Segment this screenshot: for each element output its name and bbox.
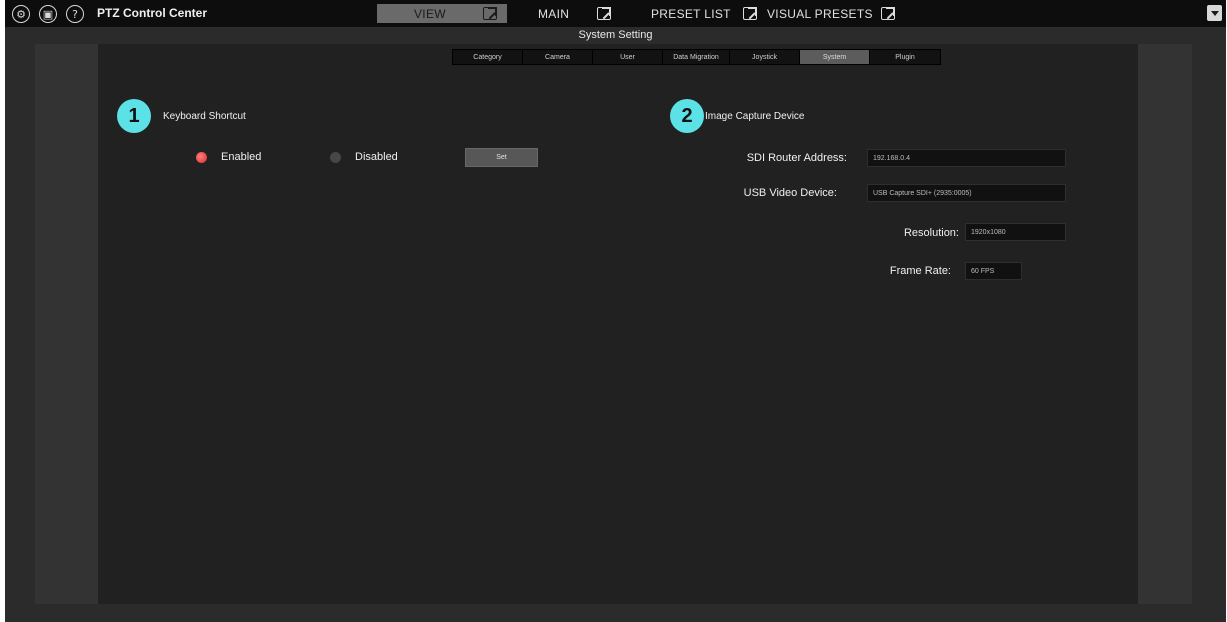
page-title: System Setting <box>578 29 653 41</box>
subtab-system[interactable]: System <box>800 50 870 64</box>
popout-icon[interactable] <box>742 7 757 20</box>
tab-main-label: MAIN <box>538 6 570 21</box>
tab-preset-list[interactable]: PRESET LIST <box>651 4 757 23</box>
subtab-user[interactable]: User <box>593 50 663 64</box>
disabled-label: Disabled <box>355 151 398 163</box>
subtab-camera[interactable]: Camera <box>523 50 593 64</box>
popout-icon[interactable] <box>880 7 895 20</box>
tab-view-label: VIEW <box>414 6 446 21</box>
top-bar: ⚙ ▣ ? PTZ Control Center VIEW MAIN PRESE… <box>5 0 1226 27</box>
subtab-joystick[interactable]: Joystick <box>730 50 800 64</box>
resolution-field[interactable]: 1920x1080 <box>965 223 1066 241</box>
app-window: ⚙ ▣ ? PTZ Control Center VIEW MAIN PRESE… <box>5 0 1226 622</box>
subtab-plugin[interactable]: Plugin <box>870 50 940 64</box>
enabled-label: Enabled <box>221 151 262 163</box>
popout-icon[interactable] <box>597 7 612 20</box>
help-icon[interactable]: ? <box>66 5 84 23</box>
popout-icon[interactable] <box>482 7 497 20</box>
help-glyph: ? <box>72 7 78 21</box>
subtab-data-migration[interactable]: Data Migration <box>663 50 730 64</box>
content-panel <box>98 44 1138 604</box>
tab-preset-list-label: PRESET LIST <box>651 6 731 21</box>
image-capture-device-title: Image Capture Device <box>705 111 805 122</box>
resolution-label: Resolution: <box>903 227 959 239</box>
enabled-radio[interactable] <box>196 152 207 163</box>
set-button[interactable]: Set <box>465 148 538 167</box>
tab-main[interactable]: MAIN <box>538 4 612 23</box>
camera-icon[interactable]: ▣ <box>39 5 57 23</box>
usb-video-device-field[interactable]: USB Capture SDI+ (2935:0005) <box>867 184 1066 202</box>
dropdown-menu-button[interactable] <box>1207 5 1222 21</box>
settings-subtabs: Category Camera User Data Migration Joys… <box>452 49 941 65</box>
gear-icon[interactable]: ⚙ <box>12 5 30 23</box>
tab-visual-presets-label: VISUAL PRESETS <box>767 6 873 21</box>
tab-view[interactable]: VIEW <box>377 4 507 23</box>
disabled-radio[interactable] <box>330 152 341 163</box>
callout-badge-2: 2 <box>670 99 704 133</box>
sdi-router-address-field[interactable]: 192.168.0.4 <box>867 149 1066 167</box>
app-title: PTZ Control Center <box>97 6 207 20</box>
tab-visual-presets[interactable]: VISUAL PRESETS <box>767 4 895 23</box>
callout-badge-1: 1 <box>117 99 151 133</box>
frame-rate-label: Frame Rate: <box>889 265 951 277</box>
usb-video-device-label: USB Video Device: <box>743 187 837 199</box>
sdi-router-address-label: SDI Router Address: <box>746 152 847 164</box>
frame-rate-field[interactable]: 60 FPS <box>965 262 1022 280</box>
keyboard-shortcut-title: Keyboard Shortcut <box>163 111 246 122</box>
subtab-category[interactable]: Category <box>453 50 523 64</box>
